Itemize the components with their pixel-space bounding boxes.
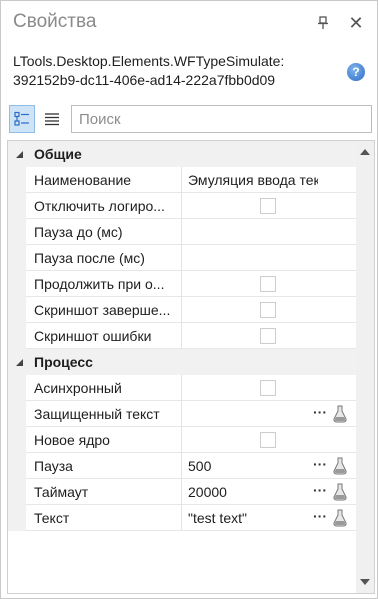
property-value[interactable]: 500 (188, 458, 318, 474)
property-name: Пауза до (мс) (34, 224, 123, 240)
property-name: Отключить логиро... (34, 198, 165, 214)
row-gutter (8, 375, 26, 401)
alphabetical-view-button[interactable] (39, 105, 65, 133)
property-row[interactable]: Отключить логиро... (8, 193, 356, 219)
property-value[interactable]: "test text" (188, 510, 318, 526)
property-value[interactable]: 20000 (188, 484, 318, 500)
property-row[interactable]: Пауза 500 ··· (8, 453, 356, 479)
row-gutter (8, 271, 26, 297)
selected-element-type: LTools.Desktop.Elements.WFTypeSimulate: … (13, 52, 284, 90)
category-label: Общие (34, 146, 82, 162)
property-checkbox[interactable] (260, 276, 276, 292)
property-name: Текст (34, 510, 70, 526)
row-gutter (8, 505, 26, 531)
column-divider[interactable] (181, 219, 182, 245)
property-checkbox[interactable] (260, 328, 276, 344)
column-divider[interactable] (181, 193, 182, 219)
close-icon[interactable]: ✕ (346, 12, 366, 34)
property-name: Асинхронный (34, 380, 122, 396)
properties-panel: Свойства ✕ LTools.Desktop.Elements.WFTyp… (0, 0, 378, 599)
row-gutter (8, 297, 26, 323)
property-row[interactable]: Асинхронный (8, 375, 356, 401)
property-name: Скриншот заверше... (34, 302, 171, 318)
flask-icon[interactable] (333, 405, 347, 423)
property-checkbox[interactable] (260, 432, 276, 448)
property-checkbox[interactable] (260, 198, 276, 214)
column-divider[interactable] (181, 453, 182, 479)
column-divider[interactable] (181, 427, 182, 453)
row-gutter (8, 167, 26, 193)
property-name: Пауза (34, 458, 73, 474)
categorized-icon (14, 111, 29, 126)
property-name: Наименование (34, 172, 132, 188)
property-row[interactable]: Пауза после (мс) (8, 245, 356, 271)
search-input[interactable] (71, 105, 372, 133)
column-divider[interactable] (181, 323, 182, 349)
flask-icon[interactable] (333, 483, 347, 501)
column-divider[interactable] (181, 505, 182, 531)
property-row[interactable]: Новое ядро (8, 427, 356, 453)
property-row[interactable]: Скриншот заверше... (8, 297, 356, 323)
property-checkbox[interactable] (260, 380, 276, 396)
ellipsis-button[interactable]: ··· (313, 404, 327, 420)
property-name: Продолжить при о... (34, 276, 165, 292)
property-row[interactable]: Текст "test text" ··· (8, 505, 356, 531)
categorized-view-button[interactable] (9, 105, 35, 133)
property-name: Пауза после (мс) (34, 250, 145, 266)
column-divider[interactable] (181, 297, 182, 323)
flask-icon[interactable] (333, 509, 347, 527)
category-label: Процесс (34, 354, 93, 370)
help-icon[interactable]: ? (347, 63, 365, 81)
row-gutter (8, 219, 26, 245)
ellipsis-button[interactable]: ··· (313, 456, 327, 472)
grid-toolbar (7, 104, 373, 138)
property-row[interactable]: Защищенный текст ··· (8, 401, 356, 427)
category-header[interactable]: Общие (8, 141, 356, 167)
property-row[interactable]: Таймаут 20000 ··· (8, 479, 356, 505)
ellipsis-button[interactable]: ··· (313, 508, 327, 524)
property-name: Скриншот ошибки (34, 328, 152, 344)
row-gutter (8, 323, 26, 349)
title-bar: Свойства ✕ (1, 1, 377, 47)
property-name: Новое ядро (34, 432, 110, 448)
column-divider[interactable] (181, 271, 182, 297)
property-rows: Общие Наименование Эмуляция ввода текста От… (8, 141, 356, 531)
row-gutter (8, 479, 26, 505)
category-header[interactable]: Процесс (8, 349, 356, 375)
panel-title: Свойства (13, 11, 97, 32)
type-guid: 392152b9-dc11-406e-ad14-222a7fbb0d09 (13, 72, 276, 88)
column-divider[interactable] (181, 167, 182, 193)
row-gutter (8, 453, 26, 479)
column-divider[interactable] (181, 375, 182, 401)
flask-icon[interactable] (333, 457, 347, 475)
column-divider[interactable] (181, 401, 182, 427)
property-name: Защищенный текст (34, 406, 160, 422)
property-value[interactable]: Эмуляция ввода текста (188, 172, 318, 188)
scroll-down-icon[interactable] (359, 578, 371, 586)
collapse-icon[interactable] (14, 149, 24, 159)
row-gutter (8, 401, 26, 427)
column-divider[interactable] (181, 245, 182, 271)
property-name: Таймаут (34, 484, 89, 500)
property-row[interactable]: Наименование Эмуляция ввода текста (8, 167, 356, 193)
property-row[interactable]: Пауза до (мс) (8, 219, 356, 245)
collapse-icon[interactable] (14, 357, 24, 367)
property-grid: Общие Наименование Эмуляция ввода текста От… (7, 140, 375, 594)
row-gutter (8, 193, 26, 219)
list-icon (45, 113, 59, 126)
ellipsis-button[interactable]: ··· (313, 482, 327, 498)
column-divider[interactable] (181, 479, 182, 505)
property-checkbox[interactable] (260, 302, 276, 318)
property-row[interactable]: Скриншот ошибки (8, 323, 356, 349)
vertical-scrollbar[interactable] (356, 141, 374, 593)
scroll-up-icon[interactable] (359, 148, 371, 156)
type-name: LTools.Desktop.Elements.WFTypeSimulate: (13, 53, 285, 69)
property-row[interactable]: Продолжить при о... (8, 271, 356, 297)
row-gutter (8, 427, 26, 453)
pin-icon[interactable] (315, 13, 331, 33)
row-gutter (8, 245, 26, 271)
